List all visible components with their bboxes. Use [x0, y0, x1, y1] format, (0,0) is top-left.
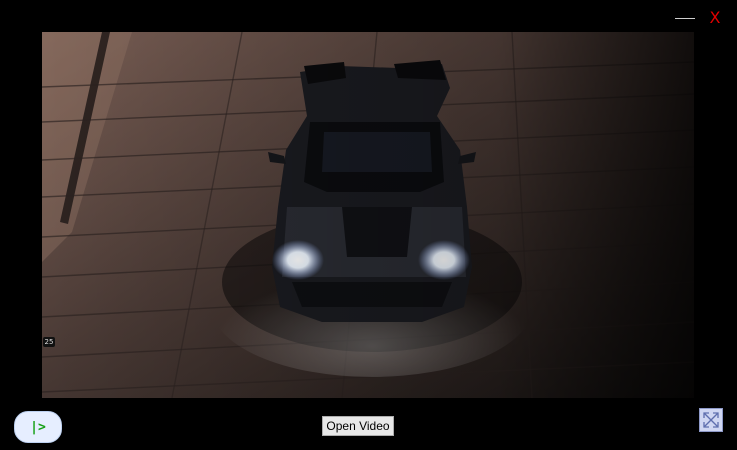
fullscreen-button[interactable] [699, 408, 723, 432]
expand-arrows-icon [703, 412, 719, 428]
video-display [42, 32, 694, 398]
frame-badge: 25 [43, 337, 55, 347]
window-controls: X [675, 8, 723, 28]
video-frame-image [42, 32, 694, 398]
open-video-button[interactable]: Open Video [322, 416, 394, 436]
close-button[interactable]: X [707, 8, 723, 28]
play-button[interactable]: |> [14, 411, 62, 443]
minimize-button[interactable] [675, 16, 695, 20]
